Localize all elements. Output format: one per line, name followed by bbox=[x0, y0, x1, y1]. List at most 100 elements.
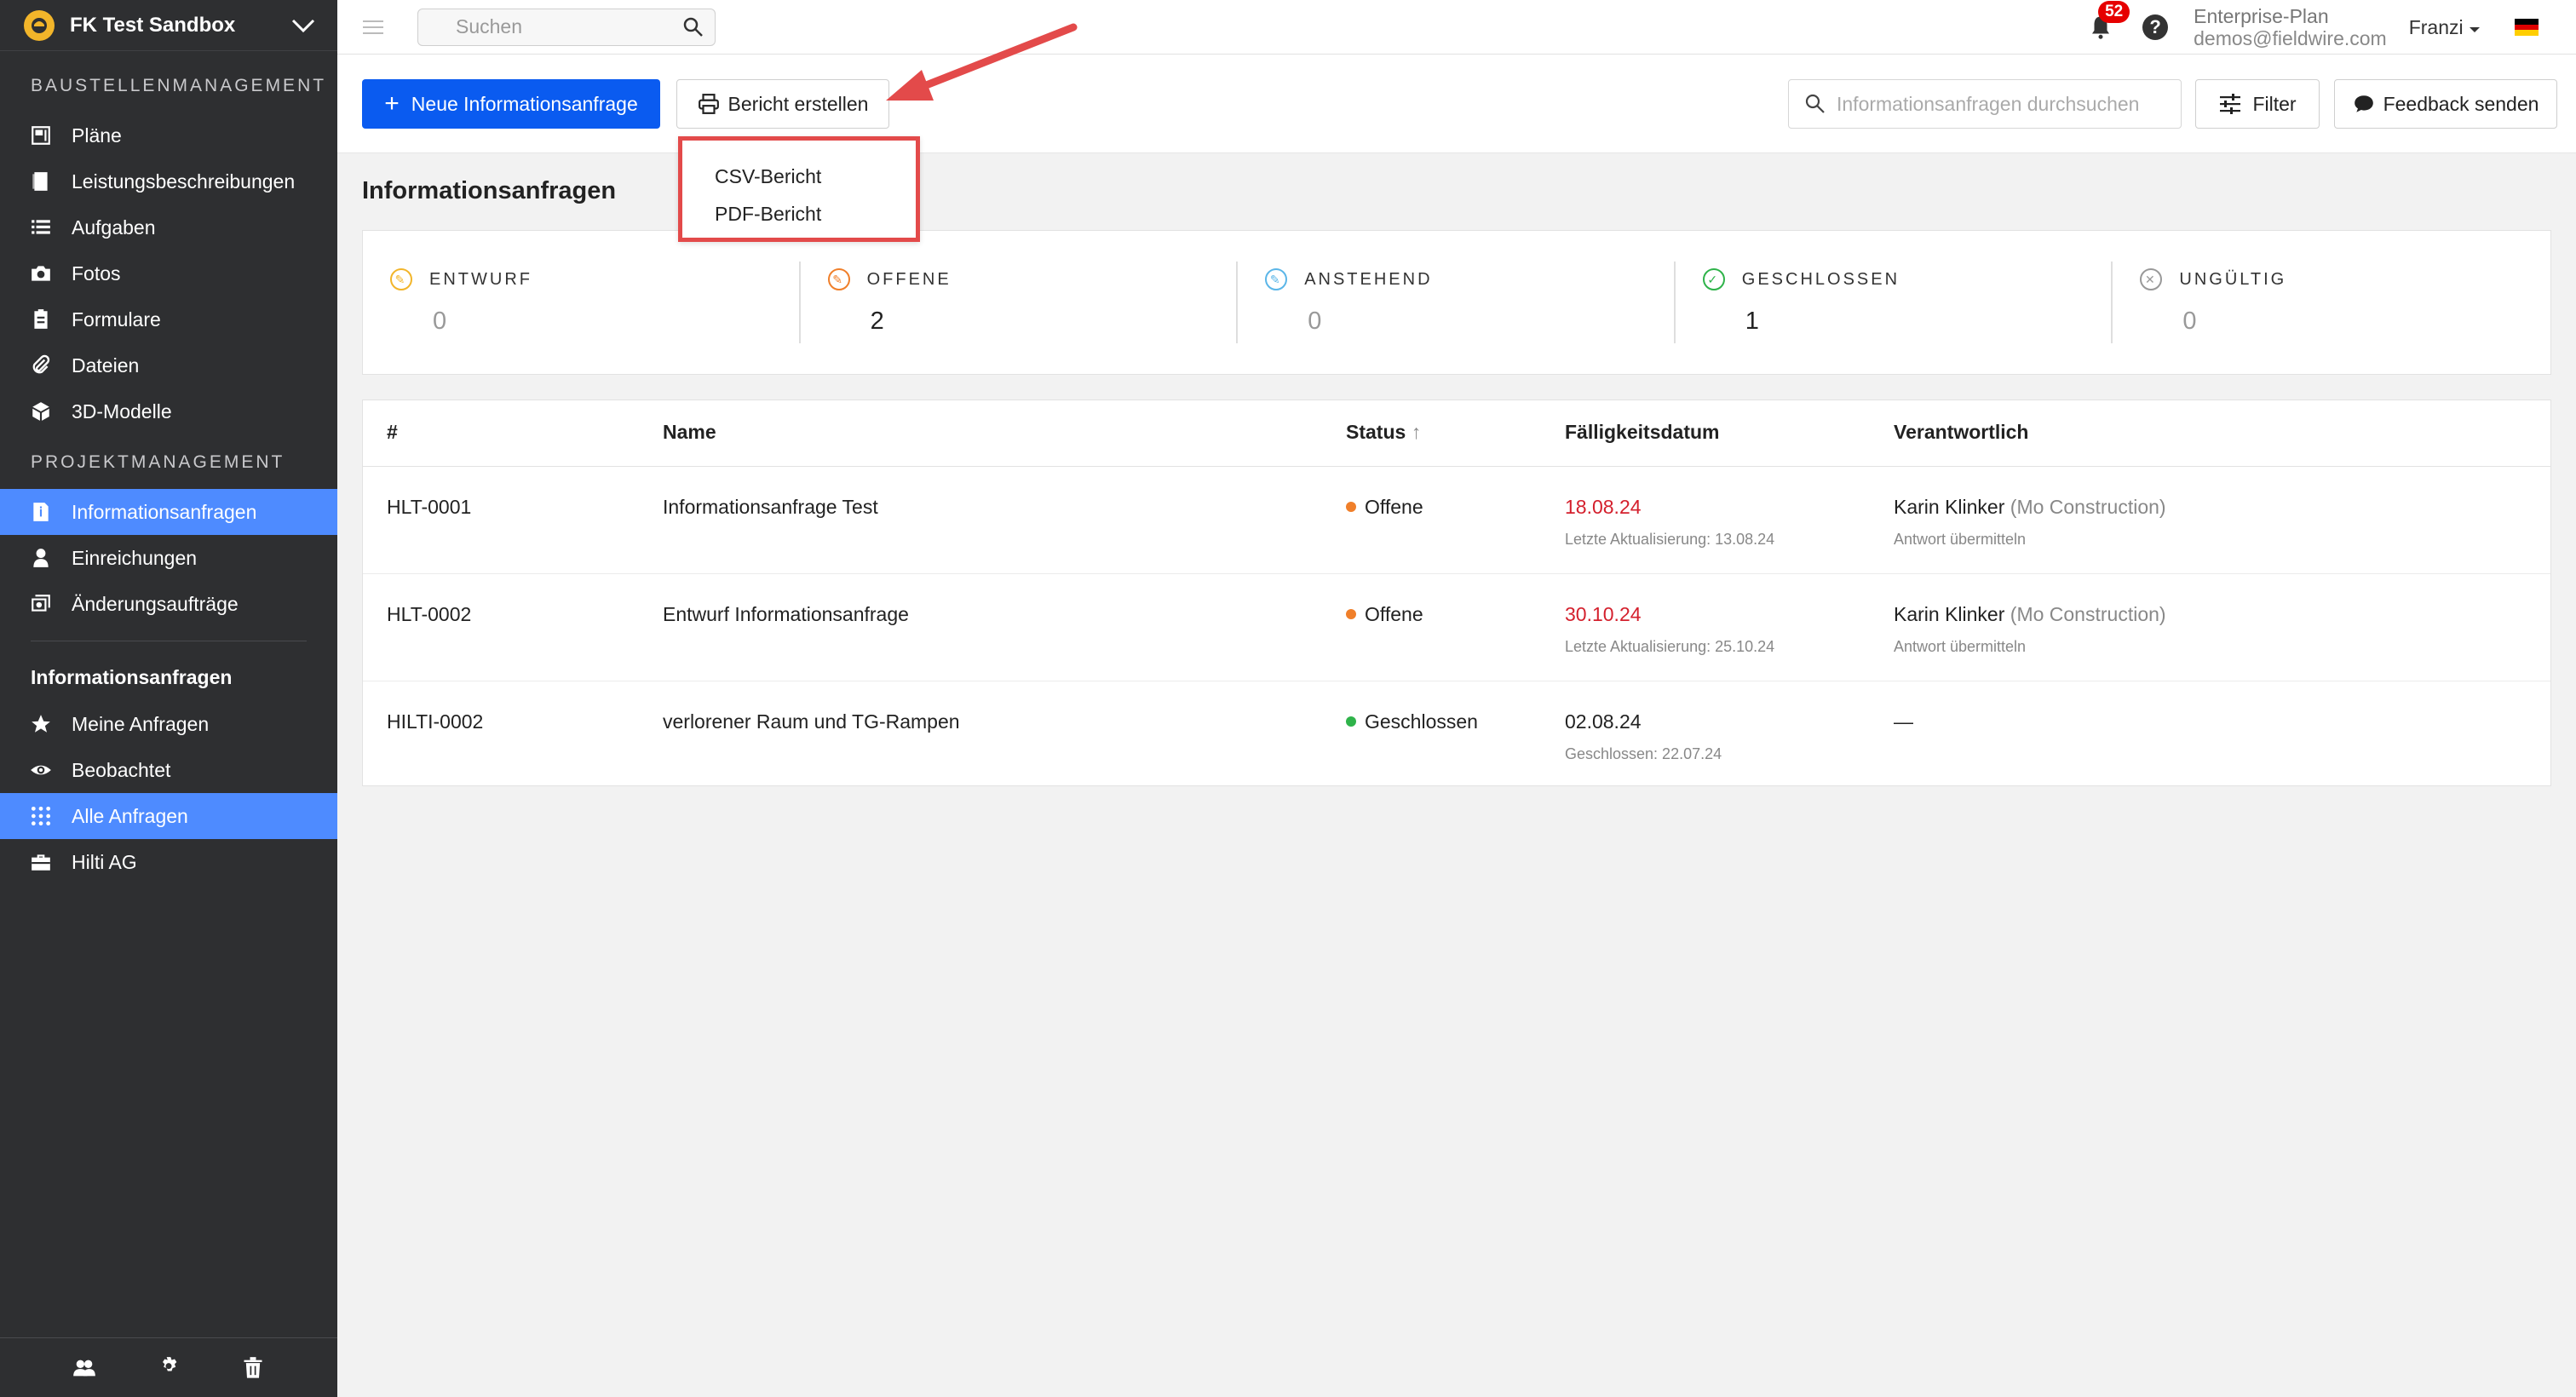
rfi-search-input[interactable]: Informationsanfragen durchsuchen bbox=[1788, 79, 2182, 129]
due-date: 30.10.24 bbox=[1565, 603, 1642, 625]
menu-item-csv-report[interactable]: CSV-Bericht bbox=[682, 158, 916, 195]
star-icon bbox=[29, 712, 53, 736]
rfi-responsible: Karin Klinker (Mo Construction) Antwort … bbox=[1894, 603, 2166, 656]
trash-icon[interactable] bbox=[241, 1356, 265, 1380]
change-order-icon bbox=[29, 592, 53, 616]
rfi-responsible: Karin Klinker (Mo Construction) Antwort … bbox=[1894, 496, 2166, 549]
filter-label: Filter bbox=[2252, 92, 2297, 115]
eye-icon bbox=[29, 758, 53, 782]
sidebar-item-watched[interactable]: Beobachtet bbox=[0, 747, 337, 793]
sidebar-item-files[interactable]: Dateien bbox=[0, 342, 337, 388]
menu-item-pdf-report[interactable]: PDF-Bericht bbox=[682, 195, 916, 233]
section-site-management: BAUSTELLENMANAGEMENT bbox=[31, 76, 327, 95]
chat-bubble-icon bbox=[2354, 95, 2373, 112]
rfi-due: 18.08.24 Letzte Aktualisierung: 13.08.24 bbox=[1565, 496, 1774, 549]
notifications-button[interactable]: 52 bbox=[2088, 1, 2130, 40]
rfi-status: Offene bbox=[1346, 603, 1423, 626]
new-rfi-button[interactable]: + Neue Informationsanfrage bbox=[362, 79, 660, 129]
sidebar-item-forms[interactable]: Formulare bbox=[0, 296, 337, 342]
sidebar-item-tasks[interactable]: Aufgaben bbox=[0, 204, 337, 250]
stat-label: GESCHLOSSEN bbox=[1741, 269, 1900, 289]
sidebar-item-label: Dateien bbox=[72, 354, 140, 377]
pending-status-icon: ✎ bbox=[1265, 268, 1288, 290]
col-header-name[interactable]: Name bbox=[663, 421, 716, 444]
sidebar-item-my-rfis[interactable]: Meine Anfragen bbox=[0, 701, 337, 747]
status-dot-icon bbox=[1346, 501, 1356, 512]
sidebar-item-hilti-ag[interactable]: Hilti AG bbox=[0, 839, 337, 885]
cube-icon bbox=[29, 400, 53, 423]
stat-value: 0 bbox=[1308, 308, 1322, 335]
hamburger-menu-icon[interactable] bbox=[361, 15, 385, 39]
sidebar-footer bbox=[0, 1337, 337, 1397]
annotation-arrow bbox=[886, 23, 1078, 101]
stat-closed[interactable]: ✓ GESCHLOSSEN 1 bbox=[1676, 231, 2113, 374]
sidebar-item-all-rfis[interactable]: Alle Anfragen bbox=[0, 793, 337, 839]
search-icon bbox=[1805, 94, 1825, 113]
camera-icon bbox=[29, 262, 53, 285]
language-flag-de[interactable] bbox=[2515, 19, 2539, 37]
plans-icon bbox=[29, 124, 53, 147]
sidebar-item-label: Leistungsbeschreibungen bbox=[72, 170, 296, 193]
table-row[interactable]: HLT-0002 Entwurf Informationsanfrage Off… bbox=[363, 574, 2550, 681]
sidebar-item-plans[interactable]: Pläne bbox=[0, 112, 337, 158]
stat-label: ANSTEHEND bbox=[1304, 269, 1433, 289]
stat-open[interactable]: ✎ OFFENE 2 bbox=[801, 231, 1239, 374]
sidebar-item-specs[interactable]: Leistungsbeschreibungen bbox=[0, 158, 337, 204]
help-button[interactable]: ? bbox=[2142, 14, 2169, 40]
global-search-input[interactable]: Suchen bbox=[417, 8, 716, 46]
caret-down-icon bbox=[2470, 26, 2480, 32]
sidebar-item-label: Fotos bbox=[72, 262, 121, 285]
stat-draft[interactable]: ✎ ENTWURF 0 bbox=[363, 231, 801, 374]
sidebar-item-photos[interactable]: Fotos bbox=[0, 250, 337, 296]
col-header-status-label: Status bbox=[1346, 421, 1406, 443]
section-project-management: PROJEKTMANAGEMENT bbox=[31, 452, 285, 472]
sidebar-item-change-orders[interactable]: Änderungsaufträge bbox=[0, 581, 337, 627]
rfi-name: Entwurf Informationsanfrage bbox=[663, 603, 909, 625]
project-switcher[interactable]: FK Test Sandbox bbox=[0, 0, 337, 51]
user-menu[interactable]: Franzi bbox=[2409, 16, 2481, 39]
owner-company: (Mo Construction) bbox=[2010, 496, 2166, 518]
sidebar-item-label: Hilti AG bbox=[72, 850, 137, 873]
col-header-responsible[interactable]: Verantwortlich bbox=[1894, 421, 2028, 444]
status-label: Geschlossen bbox=[1365, 710, 1478, 733]
owner-name: Karin Klinker bbox=[1894, 496, 2005, 518]
plan-name: Enterprise-Plan bbox=[2194, 4, 2329, 27]
stat-value: 0 bbox=[2182, 308, 2197, 335]
filter-button[interactable]: Filter bbox=[2195, 79, 2320, 129]
briefcase-icon bbox=[29, 850, 53, 874]
stat-pending[interactable]: ✎ ANSTEHEND 0 bbox=[1238, 231, 1676, 374]
search-icon bbox=[683, 17, 703, 37]
sidebar-item-label: Pläne bbox=[72, 124, 122, 147]
invalid-x-icon: ✕ bbox=[2140, 268, 2163, 290]
stat-invalid[interactable]: ✕ UNGÜLTIG 0 bbox=[2113, 231, 2550, 374]
stat-label: UNGÜLTIG bbox=[2179, 269, 2287, 289]
owner-name: Karin Klinker bbox=[1894, 603, 2005, 625]
rfi-search-placeholder: Informationsanfragen durchsuchen bbox=[1837, 92, 2140, 115]
rfi-id: HLT-0001 bbox=[387, 496, 472, 518]
col-header-id[interactable]: # bbox=[387, 421, 398, 444]
rfi-name: Informationsanfrage Test bbox=[663, 496, 878, 518]
rfi-id: HLT-0002 bbox=[387, 603, 472, 625]
search-placeholder: Suchen bbox=[456, 15, 523, 37]
col-header-due-date[interactable]: Fälligkeitsdatum bbox=[1565, 421, 1719, 444]
sidebar-item-submittals[interactable]: Einreichungen bbox=[0, 535, 337, 581]
gear-icon[interactable] bbox=[157, 1356, 181, 1380]
project-logo-icon bbox=[24, 9, 55, 41]
col-header-status[interactable]: Status ↑ bbox=[1346, 421, 1421, 444]
create-report-button[interactable]: Bericht erstellen bbox=[676, 79, 889, 129]
owner-action: Antwort übermitteln bbox=[1894, 531, 2027, 548]
table-row[interactable]: HILTI-0002 verlorener Raum und TG-Rampen… bbox=[363, 681, 2550, 789]
rfi-table: # Name Status ↑ Fälligkeitsdatum Verantw… bbox=[362, 400, 2551, 786]
sidebar-item-3d-models[interactable]: 3D-Modelle bbox=[0, 388, 337, 434]
rfi-icon bbox=[29, 500, 53, 524]
notification-badge: 52 bbox=[2098, 1, 2130, 23]
sidebar-subsection-title: Informationsanfragen bbox=[31, 665, 233, 688]
filter-sliders-icon bbox=[2220, 94, 2241, 114]
owner-company: (Mo Construction) bbox=[2010, 603, 2166, 625]
table-row[interactable]: HLT-0001 Informationsanfrage Test Offene… bbox=[363, 467, 2550, 574]
paperclip-icon bbox=[29, 354, 53, 377]
sidebar-item-rfis[interactable]: Informationsanfragen bbox=[0, 489, 337, 535]
send-feedback-button[interactable]: Feedback senden bbox=[2334, 79, 2557, 129]
top-bar-right: 52 ? Enterprise-Plan demos@fieldwire.com… bbox=[2088, 0, 2576, 55]
users-icon[interactable] bbox=[72, 1356, 96, 1380]
